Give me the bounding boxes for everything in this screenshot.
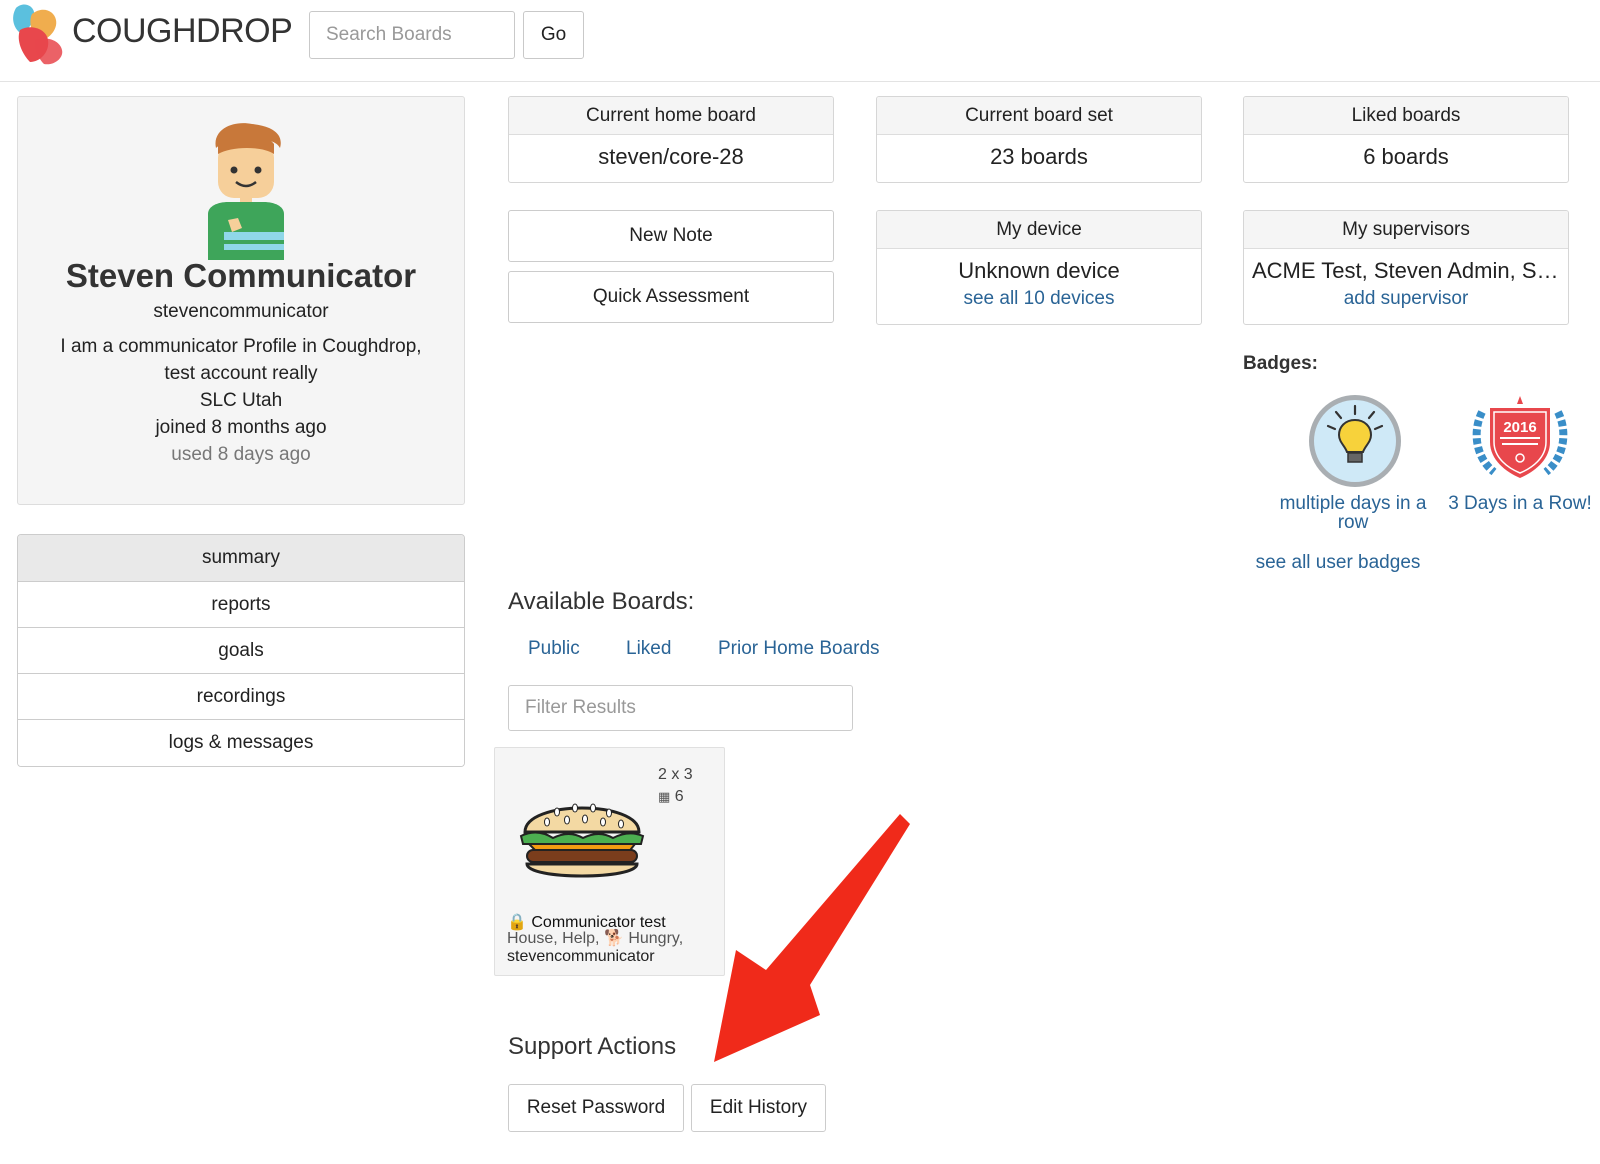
lock-icon: 🔒 [507, 914, 527, 931]
top-bar: COUGHDROP Go [0, 0, 1600, 82]
my-device-title: My device [877, 211, 1201, 249]
support-actions-heading: Support Actions [508, 1033, 677, 1060]
badges-heading: Badges: [1243, 353, 1318, 374]
nav-summary[interactable]: summary [18, 535, 464, 582]
badge-label-line-2: row [1337, 512, 1369, 533]
add-supervisor-link[interactable]: add supervisor [1244, 284, 1568, 310]
board-name[interactable]: 🔒 Communicator test [507, 912, 666, 932]
profile-location: SLC Utah [199, 390, 283, 411]
board-set-panel: Current board set 23 boards [876, 96, 1202, 183]
tab-prior-home-boards[interactable]: Prior Home Boards [718, 638, 880, 660]
board-desc-part-2: Hungry, [628, 930, 684, 947]
filter-results-input[interactable] [508, 685, 853, 731]
profile-last-used: used 8 days ago [171, 444, 311, 465]
avatar [208, 123, 284, 260]
home-board-panel: Current home board steven/core-28 [508, 96, 834, 183]
see-all-badges-link[interactable]: see all user badges [1238, 553, 1438, 572]
dog-icon: 🐕 [603, 930, 624, 947]
board-button-count: 6 [674, 788, 684, 805]
profile-username: stevencommunicator [153, 301, 329, 322]
badge-label-3-days[interactable]: 3 Days in a Row! [1440, 494, 1600, 513]
board-desc-part-1: House, Help, [507, 930, 600, 947]
profile-bio-line-2: test account really [164, 363, 318, 384]
board-name-text: Communicator test [531, 914, 666, 931]
nav-reports[interactable]: reports [18, 582, 464, 628]
award-seal-icon[interactable]: 2016 [1468, 392, 1572, 484]
board-description: House, Help, 🐕 Hungry, stevencommunicato… [507, 930, 717, 966]
liked-boards-title: Liked boards [1244, 97, 1568, 135]
board-grid-size: 2 x 3 ▦ 6 [658, 764, 693, 808]
red-arrow-annotation [714, 814, 910, 1062]
reset-password-button[interactable]: Reset Password [508, 1084, 684, 1132]
my-supervisors-panel: My supervisors ACME Test, Steven Admin, … [1243, 210, 1569, 325]
search-boards-input[interactable] [309, 11, 515, 59]
tab-public[interactable]: Public [528, 638, 580, 660]
home-board-link[interactable]: steven/core-28 [509, 135, 833, 170]
board-grid-dims: 2 x 3 [658, 766, 693, 783]
home-board-title: Current home board [509, 97, 833, 135]
badge-label-multiple-days[interactable]: multiple days in a row [1273, 494, 1433, 532]
profile-nav: summary reports goals recordings logs & … [17, 534, 465, 767]
liked-boards-panel: Liked boards 6 boards [1243, 96, 1569, 183]
award-year: 2016 [1503, 419, 1536, 436]
profile-bio-line-1: I am a communicator Profile in Coughdrop… [60, 336, 422, 357]
my-device-value: Unknown device [958, 258, 1120, 283]
grid-icon: ▦ [658, 789, 671, 804]
board-set-count[interactable]: 23 boards [877, 135, 1201, 170]
tab-liked[interactable]: Liked [626, 638, 671, 660]
lightbulb-icon[interactable] [1306, 392, 1404, 490]
see-all-devices-link[interactable]: see all 10 devices [877, 284, 1201, 310]
new-note-button[interactable]: New Note [508, 210, 834, 262]
nav-logs-messages[interactable]: logs & messages [18, 720, 464, 766]
quick-assessment-button[interactable]: Quick Assessment [508, 271, 834, 323]
my-device-panel: My device Unknown device see all 10 devi… [876, 210, 1202, 325]
profile-name: Steven Communicator [65, 257, 417, 294]
available-boards-heading: Available Boards: [508, 588, 695, 615]
brand-name[interactable]: COUGHDROP [72, 12, 293, 51]
board-owner: stevencommunicator [507, 948, 655, 965]
badge-label-line-1: multiple days in a [1279, 493, 1427, 514]
hamburger-icon [519, 803, 645, 878]
nav-goals[interactable]: goals [18, 628, 464, 674]
go-button[interactable]: Go [523, 11, 584, 59]
liked-boards-count[interactable]: 6 boards [1244, 135, 1568, 170]
supervisors-list: ACME Test, Steven Admin, Steven [1252, 258, 1568, 283]
profile-joined: joined 8 months ago [155, 417, 327, 438]
my-supervisors-title: My supervisors [1244, 211, 1568, 249]
board-set-title: Current board set [877, 97, 1201, 135]
edit-history-button[interactable]: Edit History [691, 1084, 826, 1132]
coughdrop-logo[interactable] [2, 0, 70, 70]
board-card[interactable]: 2 x 3 ▦ 6 🔒 Communicator test House, Hel… [494, 747, 725, 976]
nav-recordings[interactable]: recordings [18, 674, 464, 720]
profile-card: Steven Communicator stevencommunicator I… [17, 96, 465, 505]
